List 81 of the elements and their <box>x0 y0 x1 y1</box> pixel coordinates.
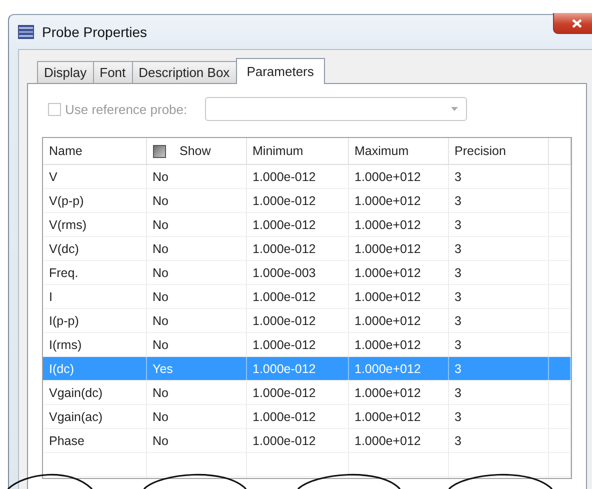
table-cell: 1.000e-012 <box>246 428 348 452</box>
column-header[interactable]: Name <box>43 138 146 164</box>
table-cell: 1.000e-012 <box>246 212 348 236</box>
close-button[interactable] <box>553 13 592 34</box>
column-header[interactable]: Maximum <box>348 138 448 164</box>
table-cell: 1.000e-012 <box>246 188 348 212</box>
table-cell: Yes <box>146 356 246 380</box>
table-row[interactable]: V(dc) No 1.000e-012 1.000e+012 3 <box>43 236 570 260</box>
table-cell: V(dc) <box>43 236 146 260</box>
table-row[interactable]: V No 1.000e-012 1.000e+012 3 <box>43 164 570 188</box>
close-icon <box>572 18 582 28</box>
table-cell: No <box>146 260 246 284</box>
table-cell: 1.000e-012 <box>246 356 348 380</box>
table-cell: V(p-p) <box>43 188 146 212</box>
table-cell: V(rms) <box>43 212 146 236</box>
table-cell: No <box>146 212 246 236</box>
table-cell: 1.000e+012 <box>348 260 448 284</box>
table-cell: 1.000e-012 <box>246 164 348 188</box>
table-cell: I(dc) <box>43 356 146 380</box>
table-cell: 3 <box>448 284 548 308</box>
tab[interactable]: Font <box>92 61 133 83</box>
table-cell: 1.000e-012 <box>246 308 348 332</box>
table-cell: 1.000e-012 <box>246 404 348 428</box>
table-cell: No <box>146 404 246 428</box>
table-row[interactable]: I No 1.000e-012 1.000e+012 3 <box>43 284 570 308</box>
table-cell: 1.000e+012 <box>348 284 448 308</box>
window-title: Probe Properties <box>42 24 148 40</box>
table-cell: 1.000e-012 <box>246 236 348 260</box>
table-cell: 3 <box>448 428 548 452</box>
table-row[interactable]: V(rms) No 1.000e-012 1.000e+012 3 <box>43 212 570 236</box>
table-cell: 1.000e-012 <box>246 284 348 308</box>
table-cell: 1.000e+012 <box>348 404 448 428</box>
table-cell: 1.000e+012 <box>348 164 448 188</box>
table-cell: 1.000e+012 <box>348 308 448 332</box>
column-header[interactable]: Show <box>180 144 211 158</box>
table-cell: 3 <box>448 260 548 284</box>
column-header[interactable]: Minimum <box>246 138 348 164</box>
table-cell: 1.000e-003 <box>246 260 348 284</box>
table-cell: No <box>146 380 246 404</box>
table-cell: No <box>146 284 246 308</box>
tab[interactable]: Parameters <box>236 58 325 84</box>
table-cell: 1.000e+012 <box>348 212 448 236</box>
table-cell: 1.000e+012 <box>348 188 448 212</box>
table-cell: 3 <box>448 356 548 380</box>
table-cell: 1.000e+012 <box>348 428 448 452</box>
table-cell: 3 <box>448 212 548 236</box>
table-cell: No <box>146 164 246 188</box>
table-row[interactable]: Vgain(ac) No 1.000e-012 1.000e+012 3 <box>43 404 570 428</box>
checkbox-label: Use reference probe: <box>65 102 188 116</box>
table-cell: 3 <box>448 380 548 404</box>
table-cell: Freq. <box>43 260 146 284</box>
show-all-checkbox[interactable] <box>152 144 166 158</box>
table-cell: Vgain(dc) <box>43 380 146 404</box>
table-cell: I(p-p) <box>43 308 146 332</box>
table-row[interactable]: I(p-p) No 1.000e-012 1.000e+012 3 <box>43 308 570 332</box>
table-cell: Phase <box>43 428 146 452</box>
table-cell: I <box>43 284 146 308</box>
table-cell: V <box>43 164 146 188</box>
table-cell: No <box>146 428 246 452</box>
table-row[interactable]: Vgain(dc) No 1.000e-012 1.000e+012 3 <box>43 380 570 404</box>
table-cell: No <box>146 308 246 332</box>
table-row[interactable]: Phase No 1.000e-012 1.000e+012 3 <box>43 428 570 452</box>
table-cell: 1.000e+012 <box>348 380 448 404</box>
column-header[interactable]: Precision <box>448 138 548 164</box>
table-cell: 3 <box>448 188 548 212</box>
table-cell: 1.000e+012 <box>348 236 448 260</box>
table-cell: No <box>146 236 246 260</box>
tab[interactable]: Description Box <box>132 61 237 83</box>
table-cell: No <box>146 188 246 212</box>
table-cell: 3 <box>448 308 548 332</box>
dropdown-arrow-icon <box>451 107 458 111</box>
table-row[interactable]: V(p-p) No 1.000e-012 1.000e+012 3 <box>43 188 570 212</box>
table-cell: 3 <box>448 236 548 260</box>
table-cell: 3 <box>448 404 548 428</box>
app-icon <box>18 25 34 39</box>
table-cell: 1.000e+012 <box>348 356 448 380</box>
table-cell: Vgain(ac) <box>43 404 146 428</box>
tab[interactable]: Display <box>37 61 94 83</box>
table-cell: 1.000e-012 <box>246 380 348 404</box>
table-row[interactable]: Freq. No 1.000e-003 1.000e+012 3 <box>43 260 570 284</box>
table-cell: 3 <box>448 164 548 188</box>
